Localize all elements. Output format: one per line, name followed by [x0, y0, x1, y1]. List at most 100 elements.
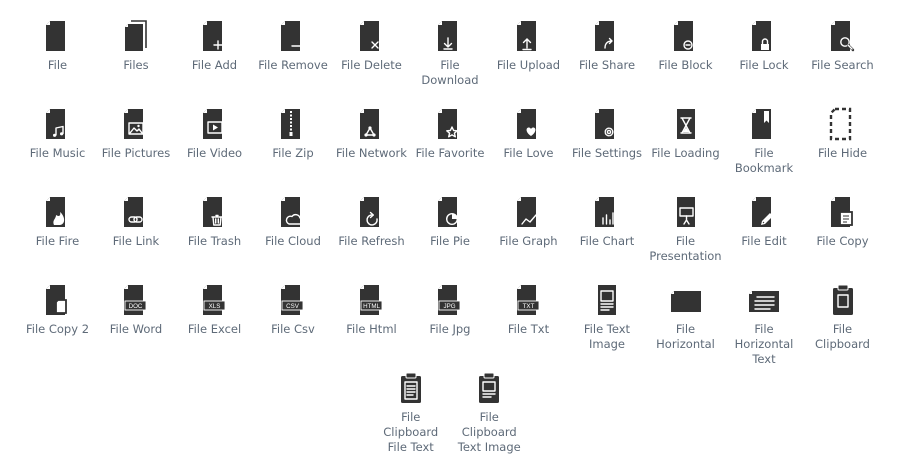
icon-label: File Bookmark — [734, 146, 794, 175]
file-jpg-item[interactable]: JPG File Jpg — [411, 282, 490, 370]
svg-text:HTML: HTML — [363, 303, 380, 310]
icon-label: File Clipboard — [815, 322, 870, 351]
file-zip-item[interactable]: File Zip — [254, 106, 333, 194]
file-remove-item[interactable]: File Remove — [254, 18, 333, 106]
file-music-icon — [40, 106, 76, 142]
file-favorite-item[interactable]: File Favorite — [411, 106, 490, 194]
file-horizontal-icon — [668, 282, 704, 318]
file-text-image-icon — [589, 282, 625, 318]
icon-label: File Zip — [272, 146, 314, 160]
icon-label: File Lock — [739, 58, 789, 72]
icon-label: File Copy 2 — [25, 322, 90, 336]
file-pictures-item[interactable]: File Pictures — [97, 106, 176, 194]
icon-label: File Edit — [741, 234, 787, 248]
svg-text:TXT: TXT — [522, 303, 534, 310]
files-icon — [118, 18, 154, 54]
icon-label: File Clipboard File Text — [383, 410, 439, 454]
file-love-item[interactable]: File Love — [489, 106, 568, 194]
file-copy-item[interactable]: File Copy — [803, 194, 882, 282]
file-cloud-item[interactable]: File Cloud — [254, 194, 333, 282]
icon-label: File Cloud — [265, 234, 321, 248]
file-graph-item[interactable]: File Graph — [489, 194, 568, 282]
icon-label: File Excel — [187, 322, 242, 336]
file-video-item[interactable]: File Video — [175, 106, 254, 194]
file-graph-icon — [511, 194, 547, 230]
file-clipboard-icon — [825, 282, 861, 318]
icon-label: File Horizontal Text — [734, 322, 794, 366]
file-horizontal-text-item[interactable]: File Horizontal Text — [725, 282, 804, 370]
file-network-item[interactable]: File Network — [332, 106, 411, 194]
file-edit-item[interactable]: File Edit — [725, 194, 804, 282]
file-presentation-item[interactable]: File Presentation — [646, 194, 725, 282]
icon-label: File Txt — [507, 322, 550, 336]
file-copy-2-item[interactable]: File Copy 2 — [18, 282, 97, 370]
file-clipboard-item[interactable]: File Clipboard — [803, 282, 882, 370]
file-refresh-item[interactable]: File Refresh — [332, 194, 411, 282]
file-fire-item[interactable]: File Fire — [18, 194, 97, 282]
icon-label: File Network — [336, 146, 407, 160]
file-pictures-icon — [118, 106, 154, 142]
file-block-item[interactable]: File Block — [646, 18, 725, 106]
file-bookmark-item[interactable]: File Bookmark — [725, 106, 804, 194]
icon-label: File Graph — [499, 234, 558, 248]
file-link-item[interactable]: File Link — [97, 194, 176, 282]
file-add-item[interactable]: File Add — [175, 18, 254, 106]
file-hide-icon — [825, 106, 861, 142]
icon-label: File Remove — [258, 58, 328, 72]
icon-label: File Favorite — [415, 146, 485, 160]
file-item[interactable]: File — [18, 18, 97, 106]
file-excel-item[interactable]: XLS File Excel — [175, 282, 254, 370]
file-loading-icon — [668, 106, 704, 142]
file-link-icon — [118, 194, 154, 230]
file-search-item[interactable]: File Search — [803, 18, 882, 106]
file-text-image-item[interactable]: File Text Image — [568, 282, 647, 370]
file-favorite-icon — [432, 106, 468, 142]
file-clipboard-text-image-item[interactable]: File Clipboard Text Image — [450, 370, 529, 458]
file-download-icon — [432, 18, 468, 54]
file-lock-item[interactable]: File Lock — [725, 18, 804, 106]
file-hide-item[interactable]: File Hide — [803, 106, 882, 194]
file-clipboard-file-text-item[interactable]: File Clipboard File Text — [372, 370, 451, 458]
file-loading-item[interactable]: File Loading — [646, 106, 725, 194]
file-txt-item[interactable]: TXT File Txt — [489, 282, 568, 370]
icon-label: File Horizontal — [656, 322, 715, 351]
file-share-item[interactable]: File Share — [568, 18, 647, 106]
file-csv-icon: CSV — [275, 282, 311, 318]
file-love-icon — [511, 106, 547, 142]
file-html-item[interactable]: HTML File Html — [332, 282, 411, 370]
icon-label: File Fire — [35, 234, 80, 248]
files-item[interactable]: Files — [97, 18, 176, 106]
file-clipboard-file-text-icon — [393, 370, 429, 406]
file-delete-icon — [354, 18, 390, 54]
file-upload-item[interactable]: File Upload — [489, 18, 568, 106]
icon-label: File Music — [29, 146, 86, 160]
svg-text:CSV: CSV — [286, 303, 300, 310]
file-trash-icon — [197, 194, 233, 230]
file-search-icon — [825, 18, 861, 54]
file-word-item[interactable]: DOC File Word — [97, 282, 176, 370]
file-horizontal-item[interactable]: File Horizontal — [646, 282, 725, 370]
file-settings-item[interactable]: File Settings — [568, 106, 647, 194]
file-add-icon — [197, 18, 233, 54]
icon-label: File Link — [112, 234, 160, 248]
icon-label: File Chart — [579, 234, 635, 248]
file-pie-item[interactable]: File Pie — [411, 194, 490, 282]
file-copy-icon — [825, 194, 861, 230]
icon-label: File Pictures — [101, 146, 171, 160]
icon-label: File Html — [346, 322, 397, 336]
file-chart-item[interactable]: File Chart — [568, 194, 647, 282]
file-lock-icon — [746, 18, 782, 54]
file-delete-item[interactable]: File Delete — [332, 18, 411, 106]
file-copy-2-icon — [40, 282, 76, 318]
file-csv-item[interactable]: CSV File Csv — [254, 282, 333, 370]
file-music-item[interactable]: File Music — [18, 106, 97, 194]
file-download-item[interactable]: File Download — [411, 18, 490, 106]
file-trash-item[interactable]: File Trash — [175, 194, 254, 282]
file-chart-icon — [589, 194, 625, 230]
icon-label: File Clipboard Text Image — [457, 410, 521, 454]
file-remove-icon — [275, 18, 311, 54]
file-cloud-icon — [275, 194, 311, 230]
svg-text:DOC: DOC — [129, 303, 143, 310]
icon-label: File Copy — [816, 234, 869, 248]
file-jpg-icon: JPG — [432, 282, 468, 318]
